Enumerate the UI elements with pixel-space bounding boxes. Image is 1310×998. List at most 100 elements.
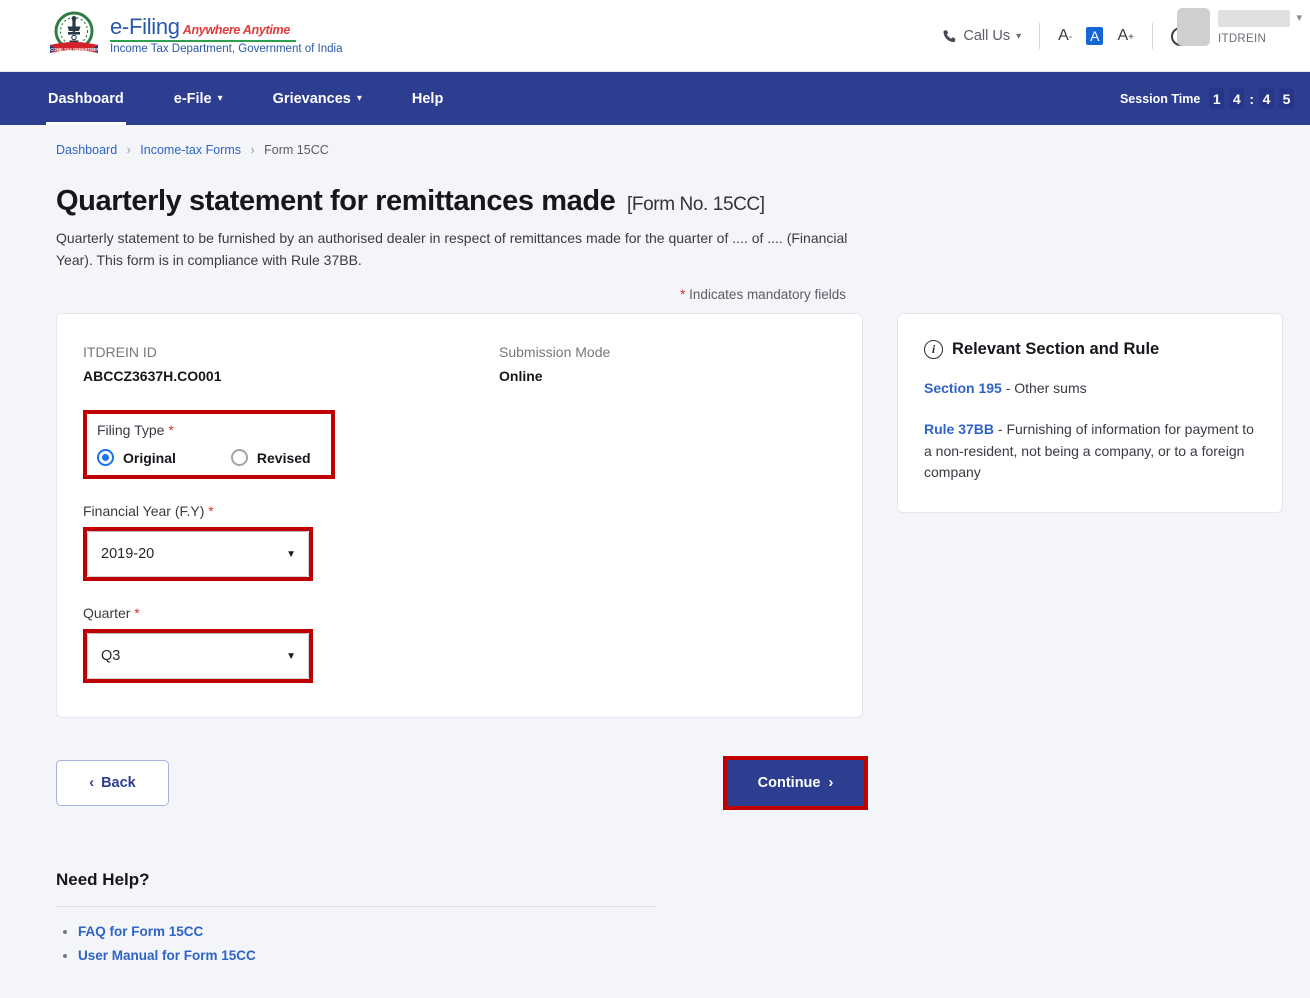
main-navigation: Dashboard e-File ▾ Grievances ▾ Help Ses… [0, 72, 1310, 125]
financial-year-label-text: Financial Year (F.Y) [83, 503, 204, 519]
font-increase-sup: + [1128, 32, 1134, 43]
user-manual-link[interactable]: User Manual for Form 15CC [78, 948, 256, 963]
font-increase-button[interactable]: A+ [1117, 27, 1134, 45]
brand-logo[interactable]: INCOME TAX DEPARTMENT e-FilingAnywhere A… [48, 9, 342, 63]
need-help-section: Need Help? FAQ for Form 15CC User Manual… [56, 870, 656, 965]
chevron-down-icon: ▾ [218, 93, 223, 104]
nav-label: Grievances [273, 91, 351, 107]
brand-subtitle: Income Tax Department, Government of Ind… [110, 44, 342, 56]
section-195-line: Section 195 - Other sums [924, 378, 1258, 400]
continue-button-highlight: Continue › [723, 756, 868, 810]
back-button[interactable]: ‹ Back [56, 760, 169, 806]
filing-type-highlight: Filing Type * Original Revised [83, 410, 335, 479]
section-195-link[interactable]: Section 195 [924, 380, 1002, 396]
content-layout: ITDREIN ID ABCCZ3637H.CO001 Submission M… [56, 313, 1290, 718]
radio-option-original[interactable]: Original [97, 449, 176, 466]
nav-label: e-File [174, 91, 212, 107]
relevant-section-rule-card: i Relevant Section and Rule Section 195 … [897, 313, 1283, 513]
list-item: FAQ for Form 15CC [78, 923, 656, 941]
filing-type-label: Filing Type * [97, 422, 307, 438]
session-digit-3: 4 [1259, 88, 1274, 109]
font-decrease-sup: - [1069, 32, 1072, 43]
info-card-header: i Relevant Section and Rule [924, 340, 1258, 359]
financial-year-select-wrap: 2019-20 ▼ [87, 531, 309, 577]
chevron-right-icon: › [828, 775, 833, 791]
need-help-divider [56, 906, 656, 907]
required-marker: * [168, 422, 173, 438]
radio-button-original[interactable] [97, 449, 114, 466]
user-name-redacted [1218, 10, 1290, 27]
call-us-label: Call Us [963, 28, 1010, 44]
nav-items: Dashboard e-File ▾ Grievances ▾ Help [48, 72, 493, 125]
session-colon: : [1249, 91, 1254, 107]
radio-option-revised[interactable]: Revised [231, 449, 311, 466]
chevron-down-icon[interactable]: ▾ [1296, 11, 1302, 24]
financial-year-label: Financial Year (F.Y) * [83, 503, 828, 519]
mandatory-note-text: Indicates mandatory fields [685, 287, 846, 302]
submission-mode-block: Submission Mode Online [499, 344, 610, 384]
breadcrumb-item-dashboard[interactable]: Dashboard [56, 143, 117, 157]
nav-item-grievances[interactable]: Grievances ▾ [273, 72, 362, 125]
page-content: Dashboard › Income-tax Forms › Form 15CC… [0, 125, 1310, 965]
font-size-controls: A- A A+ [1058, 27, 1134, 45]
nav-item-efile[interactable]: e-File ▾ [174, 72, 223, 125]
financial-year-select[interactable]: 2019-20 ▼ [87, 531, 309, 577]
radio-label-original: Original [123, 450, 176, 466]
form-summary-row: ITDREIN ID ABCCZ3637H.CO001 Submission M… [83, 344, 828, 384]
continue-button-label: Continue [758, 775, 821, 791]
required-marker: * [208, 503, 213, 519]
form-card: ITDREIN ID ABCCZ3637H.CO001 Submission M… [56, 313, 863, 718]
itdrein-id-label: ITDREIN ID [83, 344, 499, 360]
breadcrumb-item-income-tax-forms[interactable]: Income-tax Forms [140, 143, 241, 157]
quarter-select[interactable]: Q3 ▼ [87, 633, 309, 679]
quarter-value: Q3 [101, 648, 120, 664]
rule-37bb-link[interactable]: Rule 37BB [924, 421, 994, 437]
quarter-field: Quarter * Q3 ▼ [83, 605, 828, 683]
itdrein-id-block: ITDREIN ID ABCCZ3637H.CO001 [83, 344, 499, 384]
nav-item-help[interactable]: Help [412, 72, 443, 125]
breadcrumb-separator: › [251, 143, 255, 157]
font-normal-button[interactable]: A [1086, 27, 1103, 45]
user-profile[interactable]: ▾ ITDREIN [1177, 8, 1290, 46]
chevron-down-icon: ▼ [286, 549, 296, 560]
call-us-button[interactable]: Call Us ▾ [942, 28, 1021, 44]
faq-link[interactable]: FAQ for Form 15CC [78, 924, 203, 939]
user-role-label: ITDREIN [1218, 33, 1290, 45]
breadcrumb-current: Form 15CC [264, 143, 329, 157]
page-form-number: [Form No. 15CC] [627, 194, 765, 215]
font-normal-label: A [1090, 28, 1099, 44]
financial-year-highlight: 2019-20 ▼ [83, 527, 313, 581]
back-button-label: Back [101, 775, 136, 791]
financial-year-value: 2019-20 [101, 546, 154, 562]
font-decrease-label: A [1058, 27, 1069, 45]
mandatory-fields-note: * Indicates mandatory fields [56, 287, 1290, 302]
radio-button-revised[interactable] [231, 449, 248, 466]
info-card-title: Relevant Section and Rule [952, 340, 1159, 359]
financial-year-field: Financial Year (F.Y) * 2019-20 ▼ [83, 503, 828, 581]
section-195-text: - Other sums [1002, 380, 1087, 396]
font-decrease-button[interactable]: A- [1058, 27, 1072, 45]
submission-mode-value: Online [499, 368, 610, 384]
nav-item-dashboard[interactable]: Dashboard [48, 72, 124, 125]
breadcrumb: Dashboard › Income-tax Forms › Form 15CC [56, 125, 1290, 157]
quarter-select-wrap: Q3 ▼ [87, 633, 309, 679]
page-description: Quarterly statement to be furnished by a… [56, 228, 866, 271]
form-actions: ‹ Back Continue › [56, 760, 901, 806]
nav-label: Help [412, 91, 443, 107]
header-divider-1 [1039, 23, 1040, 49]
header-divider-2 [1152, 23, 1153, 49]
page-title: Quarterly statement for remittances made… [56, 185, 1290, 218]
brand-name: e-Filing [110, 14, 180, 39]
filing-type-label-text: Filing Type [97, 422, 164, 438]
need-help-title: Need Help? [56, 870, 656, 890]
session-timer: Session Time 1 4 : 4 5 [1120, 72, 1294, 125]
site-header: INCOME TAX DEPARTMENT e-FilingAnywhere A… [0, 0, 1310, 72]
phone-icon [942, 29, 957, 44]
page-title-text: Quarterly statement for remittances made [56, 185, 615, 217]
session-digit-1: 1 [1209, 88, 1224, 109]
continue-button[interactable]: Continue › [727, 760, 864, 806]
chevron-down-icon: ▾ [1016, 31, 1021, 42]
rule-37bb-line: Rule 37BB - Furnishing of information fo… [924, 419, 1258, 484]
svg-text:INCOME TAX DEPARTMENT: INCOME TAX DEPARTMENT [48, 47, 100, 52]
itdrein-id-value: ABCCZ3637H.CO001 [83, 368, 499, 384]
